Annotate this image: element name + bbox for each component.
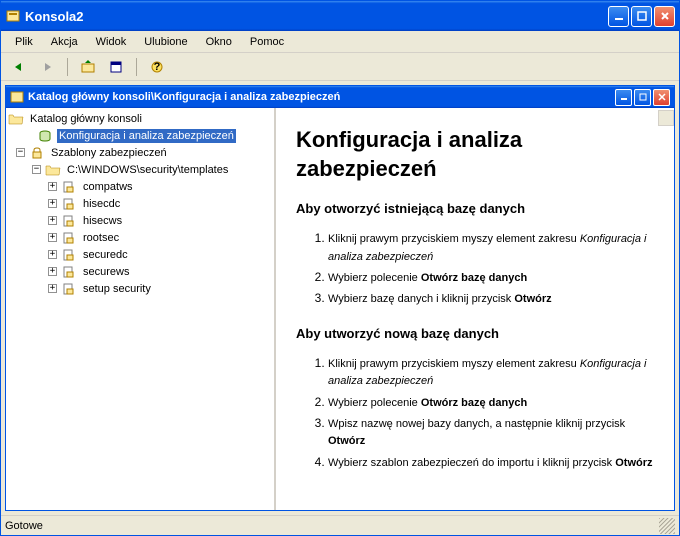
- child-close-button[interactable]: [653, 89, 670, 106]
- child-minimize-button[interactable]: [615, 89, 632, 106]
- expand-icon[interactable]: +: [48, 250, 57, 259]
- tree-label: setup security: [81, 282, 153, 296]
- child-window: Katalog główny konsoli\Konfiguracja i an…: [5, 85, 675, 511]
- template-icon: [61, 231, 77, 245]
- splitter: Katalog główny konsoli Konfiguracja i an…: [6, 108, 674, 510]
- list-item: Wybierz polecenie Otwórz bazę danych: [328, 394, 654, 411]
- expand-icon[interactable]: +: [48, 233, 57, 242]
- template-icon: [61, 197, 77, 211]
- properties-button[interactable]: [104, 56, 128, 78]
- statusbar: Gotowe: [1, 515, 679, 535]
- child-titlebar[interactable]: Katalog główny konsoli\Konfiguracja i an…: [6, 86, 674, 108]
- tree-item[interactable]: + rootsec: [8, 229, 272, 246]
- child-title: Katalog główny konsoli\Konfiguracja i an…: [28, 91, 615, 103]
- list-item: Wpisz nazwę nowej bazy danych, a następn…: [328, 415, 654, 450]
- instruction-list: Kliknij prawym przyciskiem myszy element…: [328, 355, 654, 471]
- lock-icon: [29, 146, 45, 160]
- template-icon: [61, 282, 77, 296]
- tree-config[interactable]: Konfiguracja i analiza zabezpieczeń: [8, 127, 272, 144]
- scroll-up-icon[interactable]: [658, 110, 674, 126]
- tree-label: hisecws: [81, 214, 124, 228]
- up-button[interactable]: [76, 56, 100, 78]
- list-item: Wybierz bazę danych i kliknij przycisk O…: [328, 290, 654, 307]
- list-item: Wybierz polecenie Otwórz bazę danych: [328, 269, 654, 286]
- tree-pane[interactable]: Katalog główny konsoli Konfiguracja i an…: [6, 108, 276, 510]
- main-window: Konsola2 Plik Akcja Widok Ulubione Okno …: [0, 0, 680, 536]
- section-heading: Aby utworzyć nową bazę danych: [296, 326, 654, 341]
- child-maximize-button[interactable]: [634, 89, 651, 106]
- close-button[interactable]: [654, 6, 675, 27]
- expand-icon[interactable]: +: [48, 267, 57, 276]
- menu-akcja[interactable]: Akcja: [43, 34, 86, 50]
- forward-button[interactable]: [35, 56, 59, 78]
- collapse-icon[interactable]: −: [32, 165, 41, 174]
- menu-pomoc[interactable]: Pomoc: [242, 34, 292, 50]
- folder-open-icon: [45, 163, 61, 177]
- back-button[interactable]: [7, 56, 31, 78]
- list-item: Kliknij prawym przyciskiem myszy element…: [328, 355, 654, 390]
- list-item: Kliknij prawym przyciskiem myszy element…: [328, 230, 654, 265]
- instruction-list: Kliknij prawym przyciskiem myszy element…: [328, 230, 654, 308]
- tree-item[interactable]: + hisecdc: [8, 195, 272, 212]
- separator: [136, 58, 137, 76]
- list-item: Wybierz szablon zabezpieczeń do importu …: [328, 454, 654, 471]
- tree-item[interactable]: + securedc: [8, 246, 272, 263]
- toolbar: ?: [1, 53, 679, 81]
- menu-ulubione[interactable]: Ulubione: [136, 34, 195, 50]
- separator: [67, 58, 68, 76]
- tree-label: compatws: [81, 180, 135, 194]
- tree-label: rootsec: [81, 231, 121, 245]
- tree-label: Katalog główny konsoli: [28, 112, 144, 126]
- page-title: Konfiguracja i analiza zabezpieczeń: [296, 126, 654, 183]
- template-icon: [61, 265, 77, 279]
- expand-icon[interactable]: +: [48, 182, 57, 191]
- tree-templates[interactable]: − Szablony zabezpieczeń: [8, 144, 272, 161]
- collapse-icon[interactable]: −: [16, 148, 25, 157]
- tree-label: Konfiguracja i analiza zabezpieczeń: [57, 129, 236, 143]
- tree-label: hisecdc: [81, 197, 122, 211]
- tree-item[interactable]: + compatws: [8, 178, 272, 195]
- status-text: Gotowe: [5, 520, 659, 532]
- tree-label: C:\WINDOWS\security\templates: [65, 163, 230, 177]
- expand-icon[interactable]: +: [48, 199, 57, 208]
- resize-grip-icon[interactable]: [659, 518, 675, 534]
- app-icon: [5, 8, 21, 24]
- menu-widok[interactable]: Widok: [88, 34, 135, 50]
- help-button[interactable]: ?: [145, 56, 169, 78]
- expand-icon[interactable]: +: [48, 284, 57, 293]
- template-icon: [61, 248, 77, 262]
- template-icon: [61, 180, 77, 194]
- menu-plik[interactable]: Plik: [7, 34, 41, 50]
- section-heading: Aby otworzyć istniejącą bazę danych: [296, 201, 654, 216]
- maximize-button[interactable]: [631, 6, 652, 27]
- titlebar[interactable]: Konsola2: [1, 1, 679, 31]
- content-pane[interactable]: Konfiguracja i analiza zabezpieczeń Aby …: [276, 108, 674, 510]
- database-icon: [37, 129, 53, 143]
- tree-item[interactable]: + setup security: [8, 280, 272, 297]
- expand-icon[interactable]: +: [48, 216, 57, 225]
- tree-item[interactable]: + hisecws: [8, 212, 272, 229]
- tree-item[interactable]: + securews: [8, 263, 272, 280]
- folder-open-icon: [8, 112, 24, 126]
- minimize-button[interactable]: [608, 6, 629, 27]
- window-title: Konsola2: [25, 9, 608, 24]
- template-icon: [61, 214, 77, 228]
- tree-label: securews: [81, 265, 131, 279]
- client-area: Katalog główny konsoli\Konfiguracja i an…: [1, 81, 679, 515]
- tree-root[interactable]: Katalog główny konsoli: [8, 110, 272, 127]
- menu-okno[interactable]: Okno: [198, 34, 240, 50]
- svg-text:?: ?: [154, 61, 161, 73]
- menubar: Plik Akcja Widok Ulubione Okno Pomoc: [1, 31, 679, 53]
- tree-label: Szablony zabezpieczeń: [49, 146, 169, 160]
- tree-path[interactable]: − C:\WINDOWS\security\templates: [8, 161, 272, 178]
- tree-label: securedc: [81, 248, 130, 262]
- child-icon: [10, 90, 24, 104]
